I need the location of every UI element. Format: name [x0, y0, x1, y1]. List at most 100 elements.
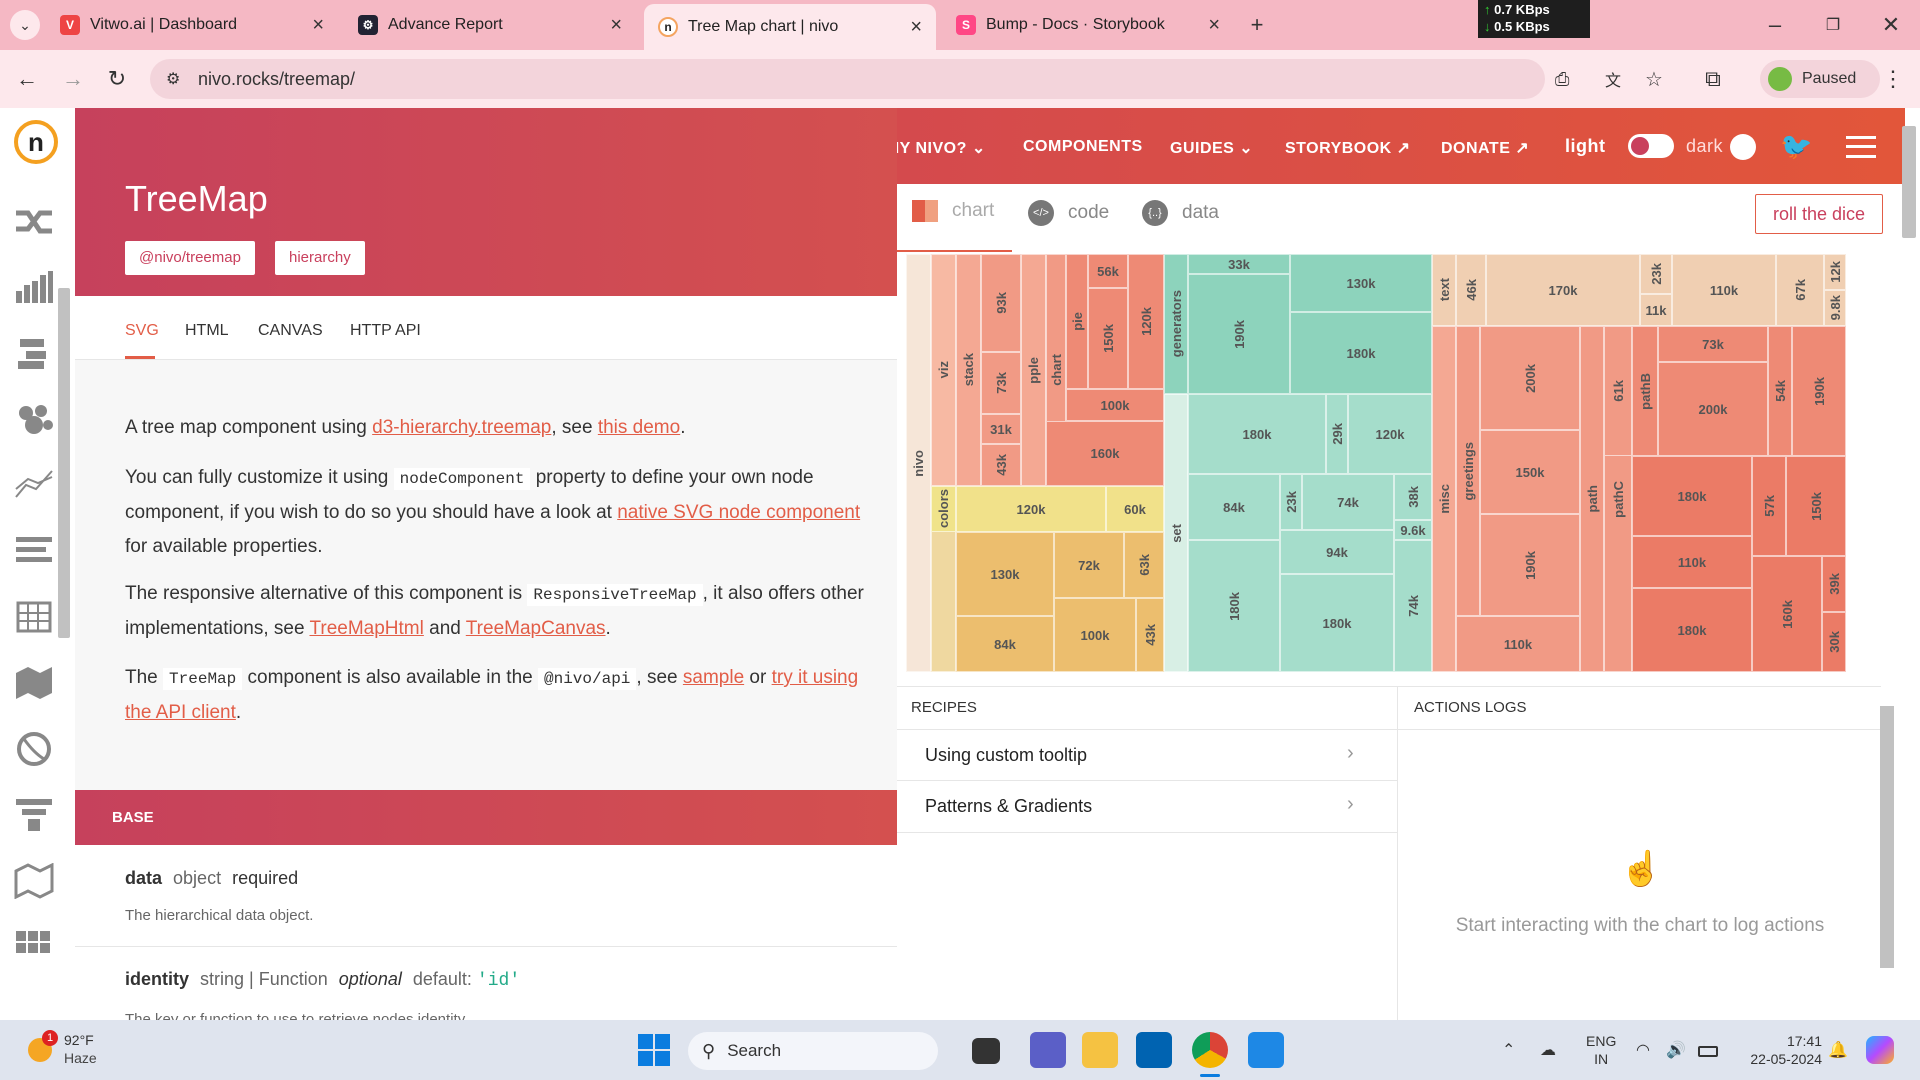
tag-package[interactable]: @nivo/treemap — [125, 241, 255, 275]
tab-chart[interactable]: chart — [912, 200, 994, 222]
twitter-icon[interactable]: 🐦 — [1780, 133, 1812, 159]
page-scrollbar[interactable] — [1902, 126, 1916, 238]
close-tab-icon[interactable]: × — [1208, 14, 1220, 37]
treemap-node[interactable]: 120k — [1348, 394, 1432, 474]
geo-map-icon[interactable] — [12, 860, 56, 902]
treemap-node[interactable]: 180k — [1280, 574, 1394, 672]
language-indicator[interactable]: ENG IN — [1586, 1032, 1616, 1068]
close-window-button[interactable]: ✕ — [1876, 10, 1906, 40]
nav-storybook[interactable]: STORYBOOK ↗ — [1285, 138, 1411, 158]
sample-link[interactable]: sample — [683, 667, 744, 688]
recipe-item[interactable]: Using custom tooltip › — [897, 729, 1397, 781]
treemap-node[interactable]: 56k — [1088, 254, 1128, 288]
github-icon[interactable] — [1730, 134, 1756, 160]
task-view-icon[interactable] — [972, 1038, 1000, 1064]
treemap-node[interactable]: 23k — [1280, 474, 1302, 530]
browser-tab[interactable]: ⚙ Advance Report × — [344, 6, 636, 44]
d3-treemap-link[interactable]: d3-hierarchy.treemap — [372, 417, 551, 438]
treemap-node[interactable]: path — [1580, 326, 1604, 672]
treemap-node[interactable]: stack — [956, 254, 981, 486]
subtab-canvas[interactable]: CANVAS — [258, 322, 323, 340]
treemap-node[interactable]: 110k — [1632, 536, 1752, 588]
treemap-node[interactable]: 150k — [1088, 288, 1128, 389]
treemap-node[interactable]: 43k — [981, 444, 1021, 486]
treemap-node[interactable]: 190k — [1480, 514, 1580, 616]
treemap-node[interactable]: generators — [1164, 254, 1188, 394]
nav-components[interactable]: COMPONENTS — [1023, 138, 1143, 156]
address-bar[interactable]: ⚙ nivo.rocks/treemap/ ⎙ 文 ☆ — [150, 59, 1663, 99]
treemap-node[interactable]: 33k — [1188, 254, 1290, 274]
chord-icon[interactable] — [12, 728, 56, 770]
treemap-node[interactable]: 200k — [1480, 326, 1580, 430]
maximize-button[interactable]: ❐ — [1818, 10, 1848, 40]
treemap-node[interactable]: 67k — [1776, 254, 1824, 326]
tab-data[interactable]: {..} data — [1142, 200, 1219, 226]
tag-category[interactable]: hierarchy — [275, 241, 365, 275]
taskbar-search[interactable]: ⚲ Search — [688, 1032, 938, 1070]
treemap-node[interactable]: 150k — [1786, 456, 1846, 556]
demo-link[interactable]: this demo — [598, 417, 680, 438]
wifi-icon[interactable]: ◠ — [1636, 1040, 1650, 1060]
treemap-node[interactable]: pathB — [1632, 326, 1658, 456]
treemap-node[interactable]: 74k — [1302, 474, 1394, 530]
theme-toggle[interactable] — [1628, 134, 1674, 158]
treemap-node[interactable]: 100k — [1054, 598, 1136, 672]
store-icon[interactable] — [1136, 1032, 1172, 1068]
notification-bell-icon[interactable]: 🔔 — [1828, 1040, 1848, 1060]
tray-cloud-icon[interactable]: ☁ — [1540, 1040, 1556, 1060]
treemap-node[interactable]: 180k — [1290, 312, 1432, 394]
treemap-chart[interactable]: nivo utils viz colors stack 93k 73k 31k … — [906, 254, 1890, 672]
close-tab-icon[interactable]: × — [610, 14, 622, 37]
treemap-node[interactable]: 30k — [1822, 612, 1846, 672]
browser-tab[interactable]: S Bump - Docs · Storybook × — [942, 6, 1234, 44]
bar-chart-icon[interactable] — [12, 266, 56, 308]
treemap-node[interactable]: 9.6k — [1394, 520, 1432, 540]
treemap-node[interactable]: pie — [1066, 254, 1088, 389]
bubble-icon[interactable] — [12, 398, 56, 440]
start-button[interactable] — [638, 1034, 670, 1066]
treemap-node[interactable]: 60k — [1106, 486, 1164, 532]
treemap-node[interactable]: 46k — [1456, 254, 1486, 326]
nivo-logo[interactable]: n — [14, 120, 58, 164]
treemap-node[interactable]: 11k — [1640, 294, 1672, 326]
treemap-node[interactable]: 170k — [1486, 254, 1640, 326]
back-icon[interactable]: ← — [12, 64, 42, 94]
native-svg-node-link[interactable]: native SVG node component — [617, 502, 860, 523]
treemap-node[interactable]: viz — [931, 254, 956, 486]
treemap-node[interactable]: 190k — [1792, 326, 1846, 456]
treemap-html-link[interactable]: TreeMapHtml — [309, 618, 423, 639]
treemap-node[interactable]: 120k — [956, 486, 1106, 532]
treemap-node[interactable]: 150k — [1480, 430, 1580, 514]
treemap-node[interactable]: 84k — [956, 616, 1054, 672]
treemap-node[interactable]: set — [1164, 394, 1188, 672]
forward-icon[interactable]: → — [58, 64, 88, 94]
treemap-node[interactable]: 160k — [1752, 556, 1822, 672]
treemap-node[interactable]: 61k — [1604, 326, 1632, 456]
treemap-node[interactable]: 54k — [1768, 326, 1792, 456]
treemap-node[interactable]: greetings — [1456, 326, 1480, 616]
translate-icon[interactable]: 文 — [1605, 67, 1621, 91]
tab-code[interactable]: </> code — [1028, 200, 1109, 226]
list-icon[interactable] — [12, 530, 56, 572]
treemap-node[interactable]: 29k — [1326, 394, 1348, 474]
install-icon[interactable]: ⎙ — [1555, 69, 1569, 90]
clock[interactable]: 17:41 22-05-2024 — [1740, 1032, 1822, 1068]
boxplot-icon[interactable] — [12, 332, 56, 374]
subtab-html[interactable]: HTML — [185, 322, 229, 340]
treemap-node[interactable]: colors — [931, 486, 956, 532]
treemap-node[interactable]: 9.8k — [1824, 290, 1846, 326]
sidebar-scrollbar[interactable] — [58, 288, 70, 638]
line-chart-icon[interactable] — [12, 464, 56, 506]
treemap-node[interactable]: 63k — [1124, 532, 1164, 598]
treemap-node[interactable]: nivo — [906, 254, 931, 672]
treemap-node[interactable]: 38k — [1394, 474, 1432, 520]
actions-scrollbar[interactable] — [1880, 706, 1894, 968]
file-explorer-icon[interactable] — [1082, 1032, 1118, 1068]
treemap-node[interactable]: 23k — [1640, 254, 1672, 294]
treemap-node[interactable]: 130k — [956, 532, 1054, 616]
copilot-icon[interactable] — [1866, 1036, 1894, 1064]
calendar-icon[interactable] — [12, 596, 56, 638]
treemap-node[interactable]: 200k — [1658, 362, 1768, 456]
treemap-node[interactable]: 73k — [1658, 326, 1768, 362]
battery-icon[interactable] — [1698, 1046, 1718, 1057]
